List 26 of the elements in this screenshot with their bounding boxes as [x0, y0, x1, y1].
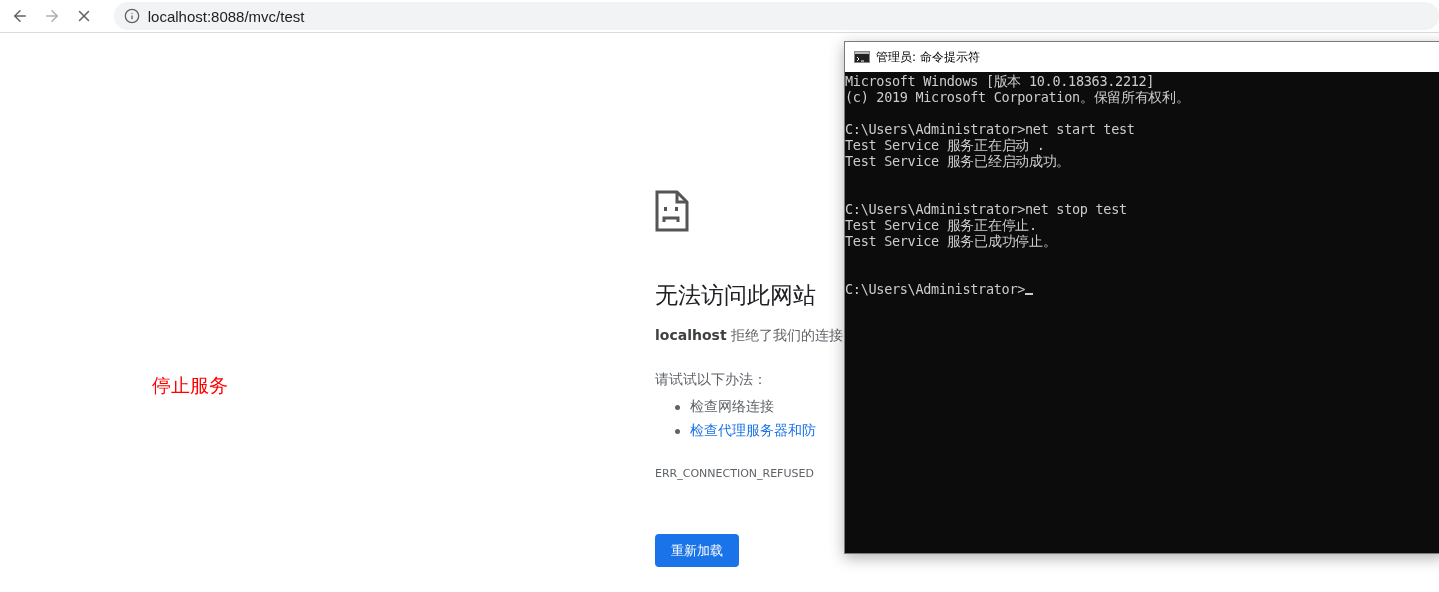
annotation-text: 停止服务 [152, 374, 228, 396]
bullet [675, 428, 680, 434]
console-prompt: C:\Users\Administrator> [845, 281, 1026, 297]
text-cursor [1025, 293, 1034, 295]
console-line: Test Service 服务正在启动 . [845, 137, 1045, 153]
sad-page-icon [655, 190, 689, 232]
suggestion-link[interactable]: 检查代理服务器和防 [690, 422, 816, 440]
suggestions-heading: 请试试以下办法： [655, 371, 768, 389]
console-line: C:\Users\Administrator>net start test [845, 121, 1135, 137]
console-line: C:\Users\Administrator>net stop test [845, 201, 1127, 217]
console-line: Test Service 服务已经启动成功。 [845, 153, 1071, 169]
address-bar[interactable]: localhost:8088/mvc/test [113, 2, 1439, 30]
reload-button[interactable]: 重新加载 [655, 534, 739, 567]
info-icon[interactable] [123, 8, 140, 24]
error-message: localhost 拒绝了我们的连接 [655, 327, 844, 345]
console-line: Test Service 服务正在停止. [845, 217, 1037, 233]
error-code: ERR_CONNECTION_REFUSED [655, 467, 815, 480]
console-icon [854, 51, 870, 63]
console-line: Test Service 服务已成功停止。 [845, 233, 1057, 249]
suggestion-text: 检查网络连接 [690, 398, 774, 416]
error-title: 无法访问此网站 [655, 281, 817, 310]
window-title: 管理员: 命令提示符 [876, 48, 980, 66]
url-text: localhost:8088/mvc/test [147, 7, 305, 25]
console-line: (c) 2019 Microsoft Corporation。保留所有权利。 [845, 89, 1190, 105]
bullet [675, 404, 680, 410]
console-line: Microsoft Windows [版本 10.0.18363.2212] [845, 73, 1155, 89]
